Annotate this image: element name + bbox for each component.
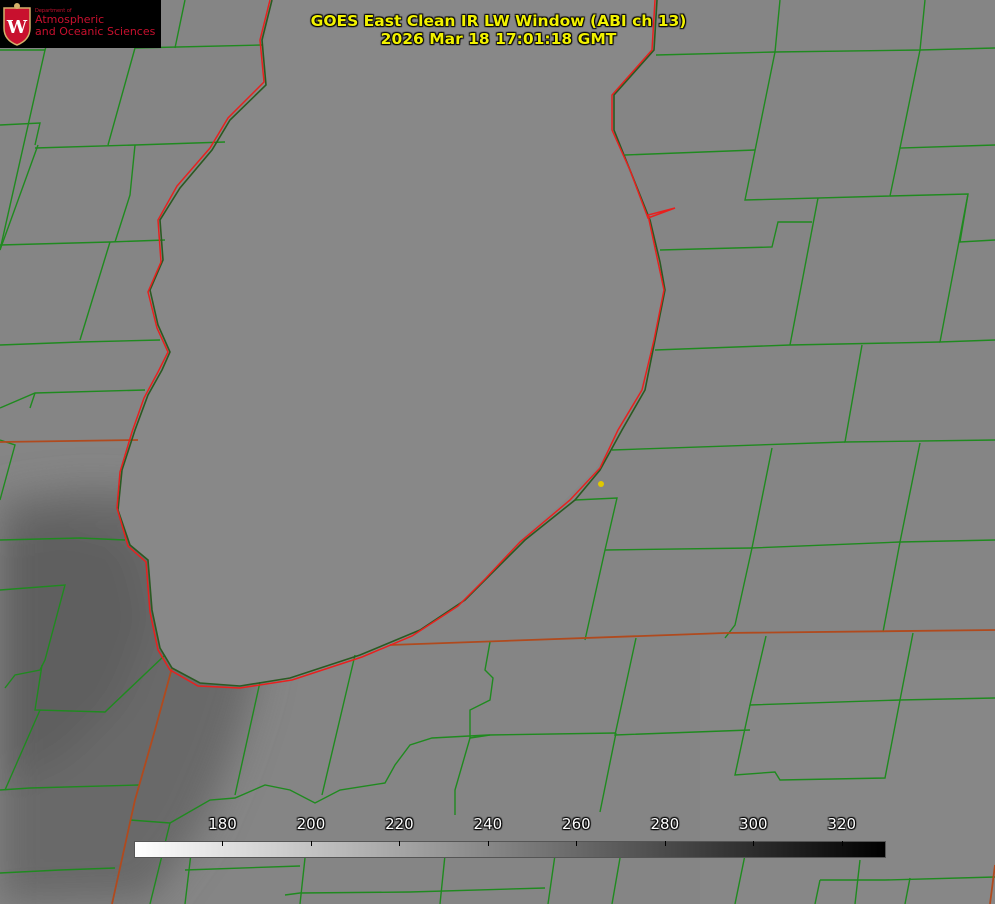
colorbar-tick <box>576 841 578 846</box>
colorbar-tick <box>222 841 224 846</box>
colorbar-tick-label: 280 <box>650 815 680 833</box>
colorbar-tick <box>310 841 312 846</box>
colorbar-tick-label: 320 <box>827 815 857 833</box>
colorbar-tick <box>487 841 489 846</box>
colorbar-tick-label: 240 <box>473 815 503 833</box>
satellite-map <box>0 0 995 904</box>
temperature-colorbar <box>134 841 886 858</box>
colorbar-tick-label: 260 <box>562 815 591 833</box>
image-title: GOES East Clean IR LW Window (ABI ch 13) <box>310 12 687 30</box>
warm-region-right <box>700 650 995 904</box>
colorbar-tick-label: 220 <box>385 815 414 833</box>
colorbar-tick-label: 200 <box>296 815 326 833</box>
colorbar-tick <box>399 841 401 846</box>
image-timestamp: 2026 Mar 18 17:01:18 GMT <box>380 30 617 48</box>
colorbar-tick <box>664 841 666 846</box>
colorbar-tick-label: 300 <box>738 815 768 833</box>
colorbar-tick <box>841 841 843 846</box>
yellow-dot-marker <box>598 481 604 487</box>
colorbar-tick-label: 180 <box>208 815 237 833</box>
colorbar-tick <box>753 841 755 846</box>
